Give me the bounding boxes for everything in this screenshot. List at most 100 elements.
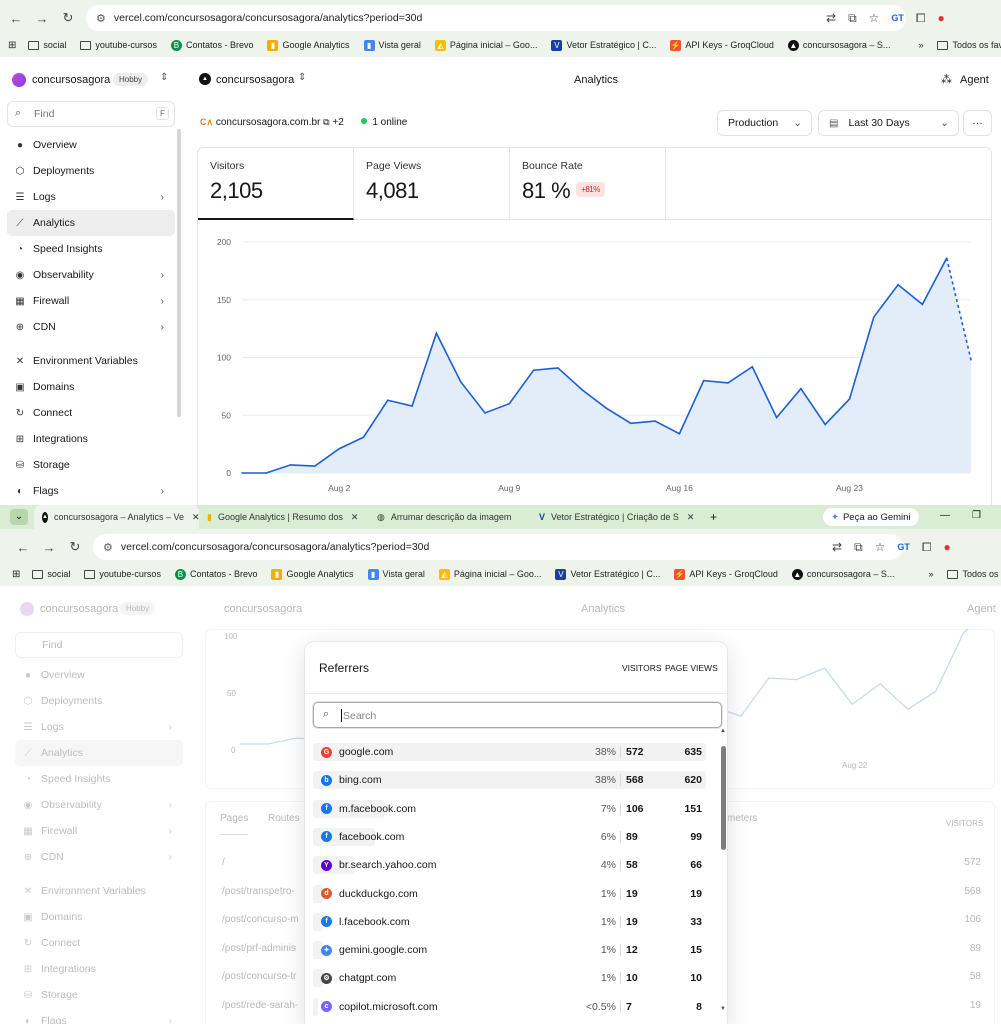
bookmark-item[interactable]: V Vetor Estratégico | C... (555, 568, 660, 580)
bookmark-item[interactable]: ▲ concursosagora – S... (791, 568, 894, 580)
bookmark-item[interactable]: social (32, 569, 70, 579)
sidebar-item-firewall[interactable]: ▦ Firewall › (0, 288, 180, 314)
bookmarks-overflow[interactable]: » (928, 569, 933, 579)
sidebar-item-observability[interactable]: ◉ Observability › (0, 262, 180, 288)
close-icon[interactable]: ✕ (351, 512, 359, 523)
bookmark-item[interactable]: ▮ Vista geral (367, 568, 425, 580)
bookmark-item[interactable]: ▮ Google Analytics (271, 568, 354, 580)
team-avatar[interactable] (12, 73, 26, 87)
referrer-row[interactable]: d duckduckgo.com 1% 19 19 (313, 882, 706, 906)
bookmark-star-icon[interactable]: ☆ (875, 540, 886, 554)
external-link-icon[interactable]: ⧉ (323, 117, 329, 127)
sidebar-item-environment-variables[interactable]: ✕ Environment Variables (8, 878, 188, 904)
referrer-row[interactable]: Ybr.search.yahoo.com 4% 58 66 (313, 853, 706, 877)
site-settings-icon[interactable]: ⚙ (96, 12, 106, 25)
period-select[interactable]: ▤ Last 30 Days ⌄ (818, 110, 959, 136)
sidebar-item-overview[interactable]: ● Overview (8, 662, 188, 688)
bookmarks-overflow[interactable]: » (918, 40, 923, 50)
sidebar-item-connect[interactable]: ↻ Connect (0, 400, 180, 426)
bookmark-item[interactable]: B Contatos - Brevo (174, 568, 257, 580)
referrer-row[interactable]: b bing.com 38% 568 620 (313, 768, 706, 792)
all-bookmarks[interactable]: Todos os favoritos (937, 40, 1001, 50)
referrer-row[interactable]: Ggoogle.com 38% 572 635 (313, 740, 706, 764)
sidebar-item-environment-variables[interactable]: ✕ Environment Variables (0, 348, 180, 374)
environment-select[interactable]: Production ⌄ (717, 110, 812, 136)
sidebar-item-deployments[interactable]: ⬡ Deployments (0, 158, 180, 184)
team-switcher-icon[interactable]: ⇕ (160, 72, 168, 83)
sidebar-item-speed-insights[interactable]: ◔ Speed Insights (8, 766, 188, 792)
apps-grid-icon[interactable]: ⊞ (8, 40, 16, 51)
sidebar-item-storage[interactable]: ⛁ Storage (8, 982, 188, 1008)
gemini-button[interactable]: ✦ Peça ao Gemini (823, 508, 919, 526)
url-field[interactable]: ⚙ vercel.com/concursosagora/concursosago… (86, 5, 906, 31)
sidebar-item-connect[interactable]: ↻ Connect (8, 930, 188, 956)
bookmark-item[interactable]: ◭ Página inicial – Goo... (434, 39, 537, 51)
forward-icon[interactable]: → (36, 540, 62, 555)
tab-search-icon[interactable]: ⌄ (10, 509, 28, 525)
sidebar-item-flags[interactable]: ◐ Flags › (0, 478, 180, 504)
team-name[interactable]: concursosagora (32, 74, 110, 86)
minimize-button[interactable]: — (940, 510, 950, 521)
sidebar-item-domains[interactable]: ▣ Domains (0, 374, 180, 400)
referrer-row[interactable]: ⚙ chatgpt.com 1% 10 10 (313, 966, 706, 990)
domain-extra[interactable]: +2 (332, 117, 343, 128)
referrer-row[interactable]: f l.facebook.com 1% 19 33 (313, 910, 706, 934)
tab-google-analytics[interactable]: ▮ Google Analytics | Resumo dos ✕ (199, 505, 369, 529)
referrer-row[interactable]: f m.facebook.com 7% 106 151 (313, 797, 706, 821)
profile-icon[interactable]: ● (944, 540, 951, 554)
tab-vetor[interactable]: V Vetor Estratégico | Criação de S ✕ (531, 505, 706, 529)
sidebar-item-storage[interactable]: ⛁ Storage (0, 452, 180, 478)
restore-button[interactable]: ❐ (972, 510, 981, 521)
bookmark-item[interactable]: ▮ Google Analytics (267, 39, 350, 51)
sidebar-item-observability[interactable]: ◉ Observability › (8, 792, 188, 818)
bookmark-item[interactable]: youtube-cursos (80, 40, 157, 50)
translate-icon[interactable]: ⇄ (832, 540, 842, 554)
url-field[interactable]: ⚙ vercel.com/concursosagora/concursosago… (93, 534, 903, 560)
pageviews-column-header[interactable]: PAGE VIEWS (665, 663, 718, 673)
forward-icon[interactable]: → (29, 11, 55, 26)
project-name[interactable]: concursosagora (216, 74, 294, 86)
bounce-metric[interactable]: Bounce Rate 81 % +81% (510, 148, 666, 220)
bookmark-item[interactable]: ⚡ API Keys - GroqCloud (670, 39, 774, 51)
sidebar-item-integrations[interactable]: ⊞ Integrations (0, 426, 180, 452)
referrer-row[interactable]: c copilot.microsoft.com <0.5% 7 8 (313, 995, 706, 1019)
sidebar-item-domains[interactable]: ▣ Domains (8, 904, 188, 930)
extension-icon[interactable]: GT (897, 542, 910, 552)
close-icon[interactable]: ✕ (687, 512, 695, 523)
more-button[interactable]: ··· (963, 110, 992, 136)
tab-arrumar[interactable]: ◍ Arrumar descrição da imagem (369, 505, 531, 529)
agent-button[interactable]: Agent (960, 74, 989, 86)
extensions-icon[interactable]: ⧠ (922, 540, 932, 555)
extension-icon[interactable]: GT (891, 13, 904, 23)
referrer-search-input[interactable]: ⌕ Search (313, 702, 722, 728)
domain-link[interactable]: concursosagora.com.br (216, 117, 321, 128)
visitors-column-header[interactable]: VISITORS (622, 663, 662, 673)
project-switcher-icon[interactable]: ⇕ (298, 72, 306, 83)
all-bookmarks[interactable]: Todos os favoritos (947, 569, 1001, 579)
install-icon[interactable]: ⧉ (848, 11, 857, 26)
reload-icon[interactable]: ↻ (55, 10, 81, 26)
profile-icon[interactable]: ● (938, 11, 945, 25)
bookmark-item[interactable]: ▲ concursosagora – S... (787, 39, 890, 51)
new-tab-button[interactable]: + (710, 510, 717, 524)
sidebar-item-cdn[interactable]: ⊕ CDN › (8, 844, 188, 870)
bookmark-item[interactable]: ⚡ API Keys - GroqCloud (674, 568, 778, 580)
apps-grid-icon[interactable]: ⊞ (12, 569, 20, 580)
scroll-up-icon[interactable]: ▲ (720, 728, 726, 734)
bookmark-star-icon[interactable]: ☆ (869, 11, 880, 25)
site-settings-icon[interactable]: ⚙ (103, 541, 113, 554)
sidebar-item-flags[interactable]: ◐ Flags › (8, 1008, 188, 1024)
sidebar-item-analytics[interactable]: ⟋ Analytics (15, 740, 183, 766)
sidebar-item-firewall[interactable]: ▦ Firewall › (8, 818, 188, 844)
bookmark-item[interactable]: ▮ Vista geral (363, 39, 421, 51)
back-icon[interactable]: ← (3, 11, 29, 26)
visitors-metric[interactable]: Visitors 2,105 (198, 148, 354, 220)
bookmark-item[interactable]: social (28, 40, 66, 50)
bookmark-item[interactable]: B Contatos - Brevo (170, 39, 253, 51)
sidebar-item-analytics[interactable]: ⟋ Analytics (7, 210, 175, 236)
referrer-row[interactable]: ✦ gemini.google.com 1% 12 15 (313, 938, 706, 962)
sidebar-item-logs[interactable]: ☰ Logs › (8, 714, 188, 740)
bookmark-item[interactable]: ◭ Página inicial – Goo... (438, 568, 541, 580)
bookmark-item[interactable]: V Vetor Estratégico | C... (551, 39, 656, 51)
sidebar-item-cdn[interactable]: ⊕ CDN › (0, 314, 180, 340)
